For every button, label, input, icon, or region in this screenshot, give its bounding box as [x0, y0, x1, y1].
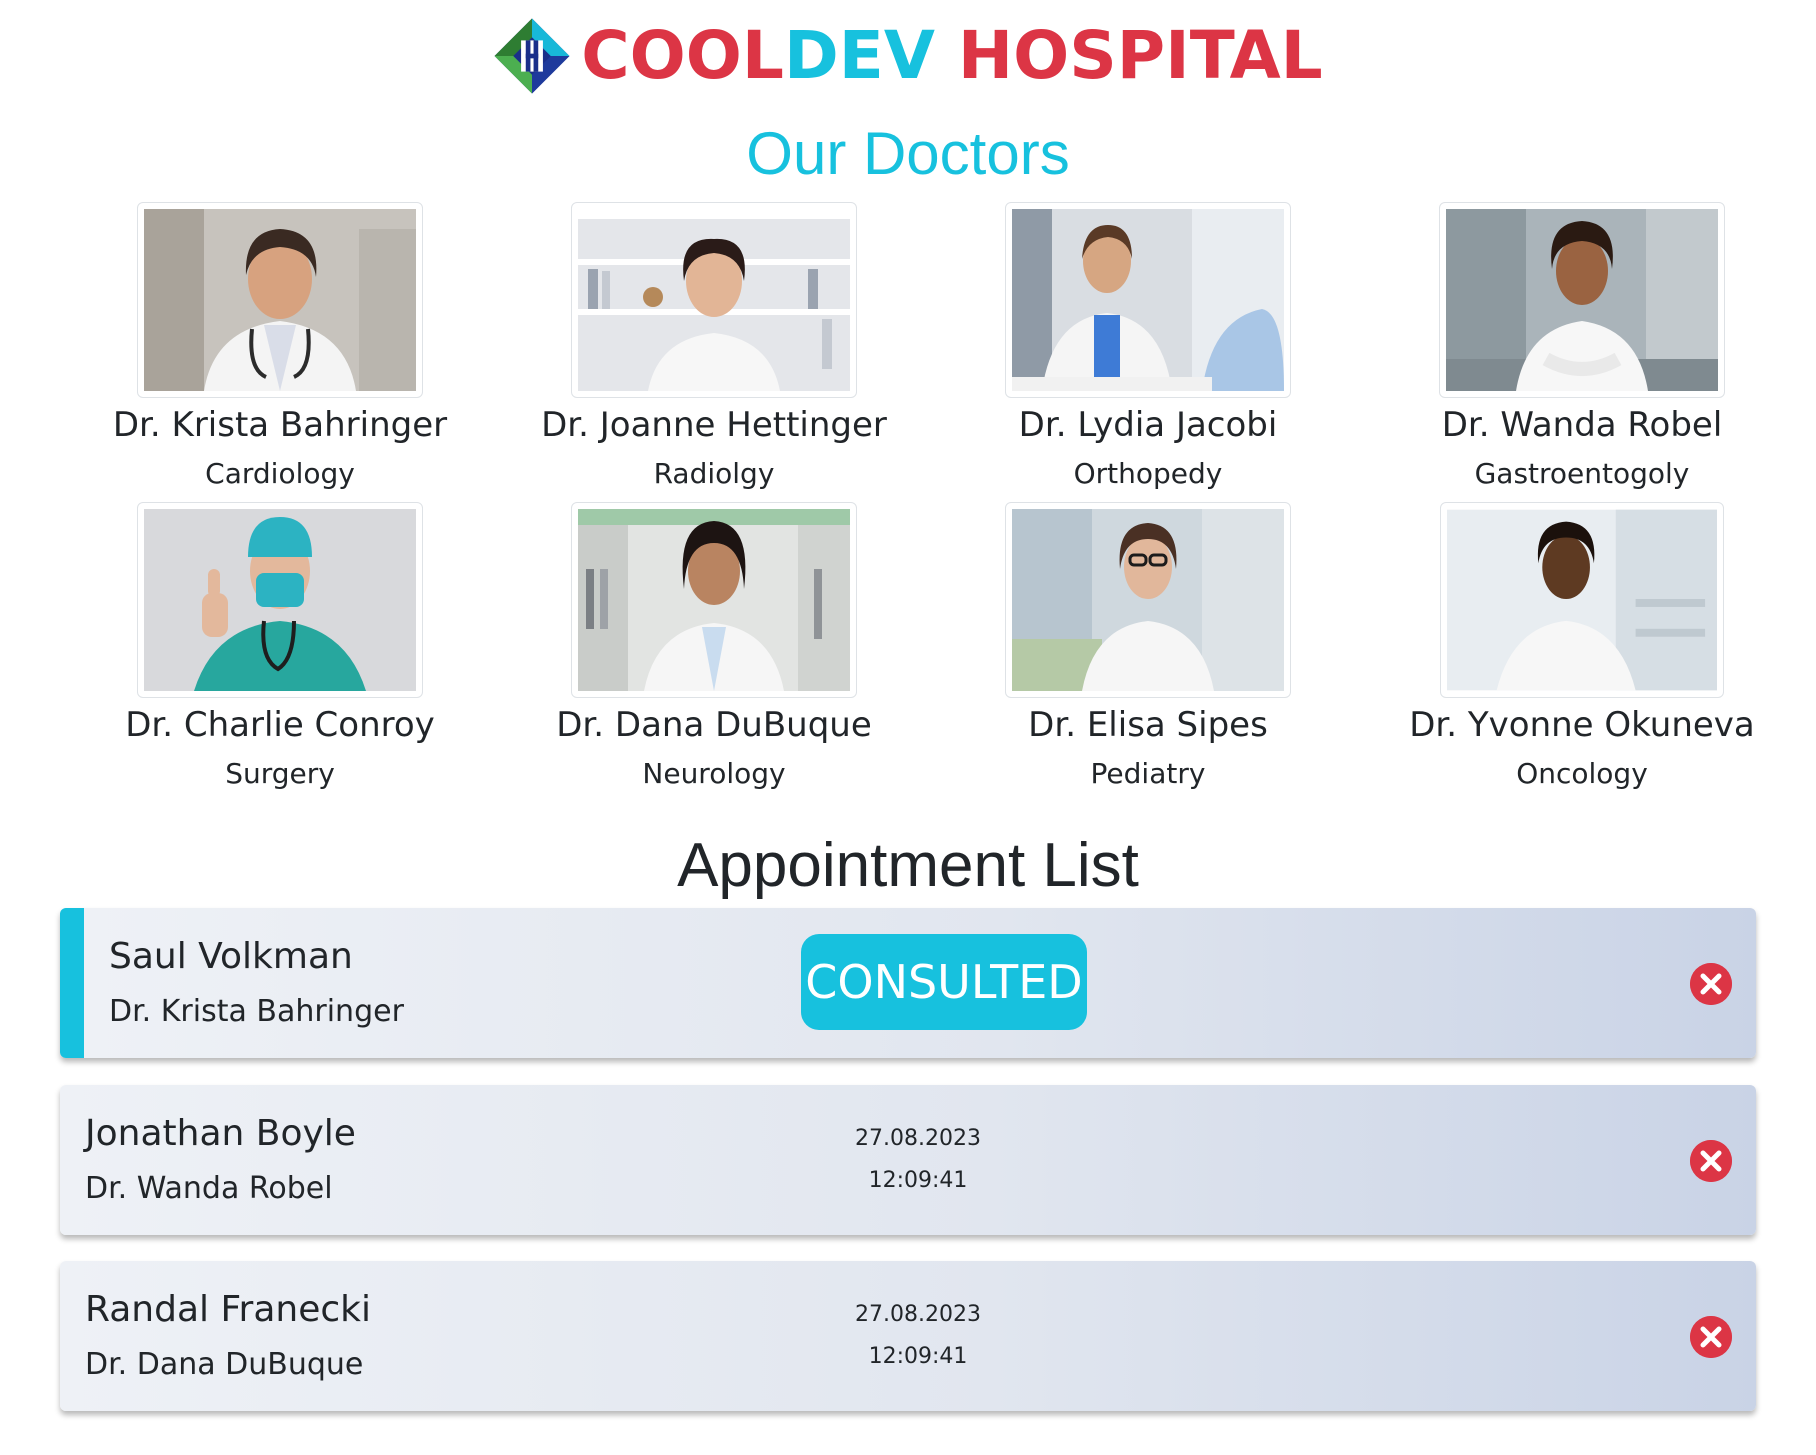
- patient-name: Jonathan Boyle: [85, 1113, 356, 1154]
- doctor-photo-frame: [1439, 202, 1725, 398]
- doctor-specialty: Surgery: [225, 757, 335, 790]
- brand-name-part-dev: DEV: [783, 17, 935, 94]
- close-circle-icon: [1690, 963, 1732, 1005]
- appointment-card[interactable]: Jonathan Boyle Dr. Wanda Robel 27.08.202…: [60, 1085, 1756, 1235]
- doctor-name: Dr. Krista Bahringer: [112, 405, 448, 445]
- doctor-specialty: Oncology: [1516, 757, 1648, 790]
- doctor-name: Dr. Lydia Jacobi: [1018, 405, 1278, 445]
- appointment-doctor: Dr. Wanda Robel: [85, 1171, 333, 1206]
- doctor-photo: [578, 509, 850, 691]
- doctor-photo: [578, 209, 850, 391]
- doctor-photo-frame: [571, 502, 857, 698]
- doctor-card[interactable]: Dr. Krista Bahringer Cardiology: [63, 202, 497, 494]
- brand[interactable]: COOLDEV HOSPITAL: [493, 17, 1323, 95]
- doctor-photo: [1446, 209, 1718, 391]
- site-header: COOLDEV HOSPITAL: [0, 8, 1816, 104]
- appointment-time: 12:09:41: [868, 1344, 968, 1369]
- doctor-photo: [1012, 509, 1284, 691]
- close-circle-icon: [1690, 1140, 1732, 1182]
- appointment-doctor: Dr. Dana DuBuque: [85, 1347, 364, 1382]
- appointment-card[interactable]: Randal Franecki Dr. Dana DuBuque 27.08.2…: [60, 1261, 1756, 1411]
- doctor-name: Dr. Yvonne Okuneva: [1409, 705, 1755, 745]
- doctor-card[interactable]: Dr. Elisa Sipes Pediatry: [931, 502, 1365, 794]
- doctor-specialty: Orthopedy: [1073, 457, 1223, 490]
- doctor-photo-frame: [1005, 502, 1291, 698]
- appointment-card[interactable]: Saul Volkman Dr. Krista Bahringer CONSUL…: [60, 908, 1756, 1058]
- doctor-specialty: Pediatry: [1090, 757, 1206, 790]
- patient-name: Saul Volkman: [109, 936, 353, 977]
- doctor-specialty: Radiolgy: [653, 457, 775, 490]
- doctor-photo: [1447, 509, 1717, 691]
- doctor-photo-frame: [137, 502, 423, 698]
- doctor-card[interactable]: Dr. Yvonne Okuneva Oncology: [1365, 502, 1799, 794]
- doctor-name: Dr. Charlie Conroy: [125, 705, 435, 745]
- brand-name-part-hospital: HOSPITAL: [934, 17, 1323, 94]
- doctor-photo-frame: [1005, 202, 1291, 398]
- doctor-card[interactable]: Dr. Charlie Conroy Surgery: [63, 502, 497, 794]
- patient-name: Randal Franecki: [85, 1289, 372, 1330]
- delete-appointment-button[interactable]: [1690, 1316, 1732, 1358]
- appointment-time: 12:09:41: [868, 1168, 968, 1193]
- appointment-doctor: Dr. Krista Bahringer: [109, 994, 404, 1029]
- doctor-name: Dr. Wanda Robel: [1441, 405, 1723, 445]
- doctor-card[interactable]: Dr. Dana DuBuque Neurology: [497, 502, 931, 794]
- close-circle-icon: [1690, 1316, 1732, 1358]
- consulted-status-badge: CONSULTED: [801, 934, 1087, 1030]
- doctor-name: Dr. Dana DuBuque: [556, 705, 872, 745]
- doctor-photo-frame: [571, 202, 857, 398]
- doctor-card[interactable]: Dr. Wanda Robel Gastroentogoly: [1365, 202, 1799, 494]
- doctor-name: Dr. Joanne Hettinger: [541, 405, 887, 445]
- doctor-specialty: Cardiology: [205, 457, 355, 490]
- doctor-photo-frame: [1440, 502, 1724, 698]
- doctor-photo: [144, 509, 416, 691]
- doctor-photo: [144, 209, 416, 391]
- doctor-specialty: Gastroentogoly: [1474, 457, 1690, 490]
- brand-name: COOLDEV HOSPITAL: [581, 23, 1323, 89]
- doctor-card[interactable]: Dr. Joanne Hettinger Radiolgy: [497, 202, 931, 494]
- doctor-card[interactable]: Dr. Lydia Jacobi Orthopedy: [931, 202, 1365, 494]
- brand-name-part-cool: COOL: [581, 17, 784, 94]
- our-doctors-title: Our Doctors: [746, 120, 1070, 187]
- doctor-photo-frame: [137, 202, 423, 398]
- delete-appointment-button[interactable]: [1690, 963, 1732, 1005]
- hospital-logo-icon: [493, 17, 571, 95]
- appointment-date: 27.08.2023: [855, 1126, 981, 1151]
- doctor-photo: [1012, 209, 1284, 391]
- delete-appointment-button[interactable]: [1690, 1140, 1732, 1182]
- doctor-specialty: Neurology: [642, 757, 786, 790]
- appointment-date: 27.08.2023: [855, 1302, 981, 1327]
- appointment-list-title: Appointment List: [677, 831, 1139, 900]
- doctor-name: Dr. Elisa Sipes: [1028, 705, 1268, 745]
